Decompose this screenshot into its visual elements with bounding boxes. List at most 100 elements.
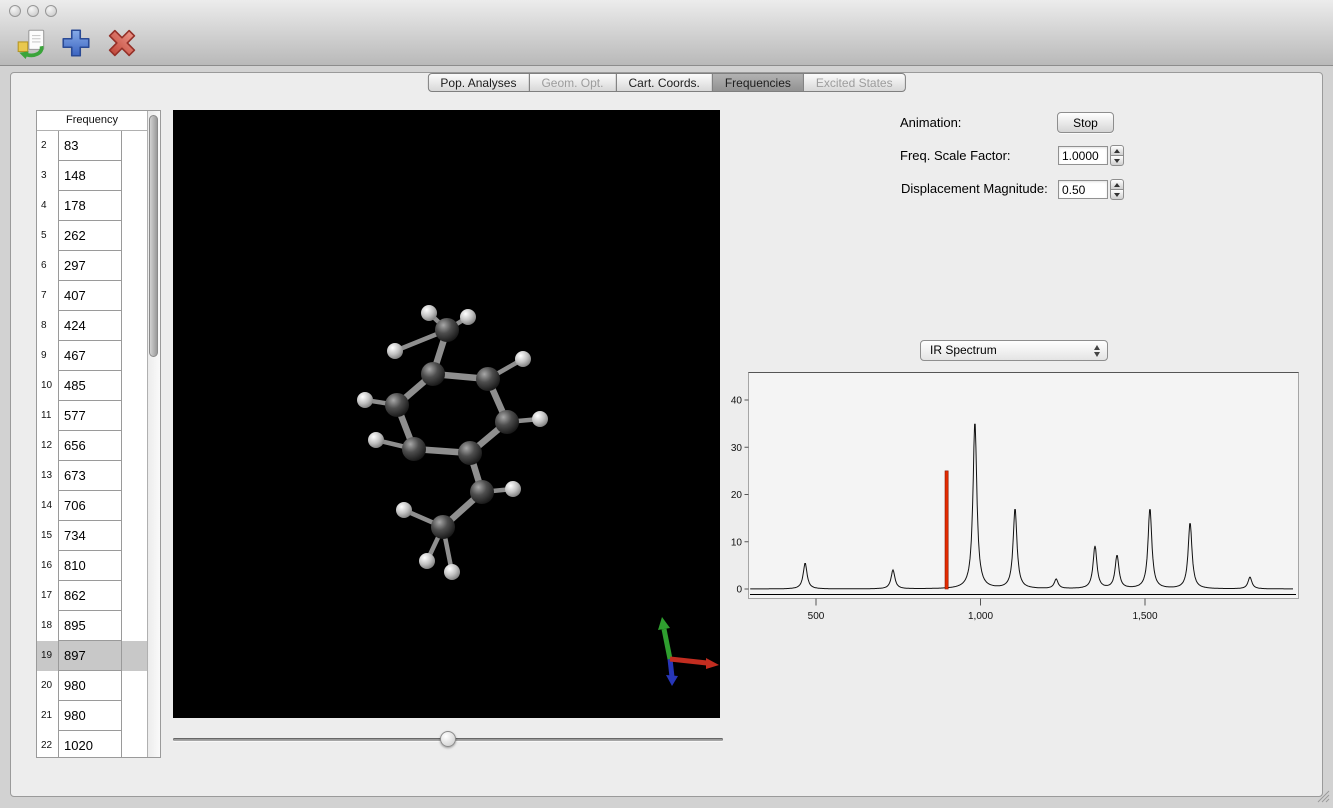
animation-frame-slider[interactable] [173,730,723,748]
freq-row[interactable]: 5262 [37,221,147,251]
freq-value-cell[interactable]: 897 [58,640,122,671]
freq-row-number: 10 [41,371,57,401]
freq-row-number: 14 [41,491,57,521]
window-chrome [0,0,1333,66]
close-window-button[interactable] [9,5,21,17]
delete-button[interactable] [104,26,140,62]
freq-row-number: 11 [41,401,57,431]
freq-value-cell[interactable]: 424 [58,310,122,341]
freq-value-cell[interactable]: 862 [58,580,122,611]
tab-excited-states[interactable]: Excited States [803,73,906,92]
stop-animation-button[interactable]: Stop [1057,112,1114,133]
svg-text:500: 500 [808,611,825,622]
tab-geom-opt[interactable]: Geom. Opt. [528,73,616,92]
freq-row-number: 2 [41,131,57,161]
freq-row[interactable]: 283 [37,131,147,161]
freq-value-cell[interactable]: 673 [58,460,122,491]
freq-row[interactable]: 4178 [37,191,147,221]
spectrum-type-select[interactable]: IR Spectrum [920,340,1108,361]
resize-grip[interactable] [1315,788,1330,803]
freq-value-cell[interactable]: 1020 [58,730,122,757]
freq-value-cell[interactable]: 656 [58,430,122,461]
molecule-3d-model [173,110,720,718]
freq-row[interactable]: 14706 [37,491,147,521]
svg-text:1,000: 1,000 [968,611,993,622]
tab-pop-analyses[interactable]: Pop. Analyses [427,73,529,92]
freq-row-number: 12 [41,431,57,461]
freq-row-number: 20 [41,671,57,701]
freq-row[interactable]: 18895 [37,611,147,641]
freq-value-cell[interactable]: 83 [58,131,122,161]
axis-indicator-icon [658,617,719,686]
freq-scale-label: Freq. Scale Factor: [900,148,1011,163]
ir-spectrum-chart: 0102030405001,0001,500 [724,370,1304,632]
freq-value-cell[interactable]: 407 [58,280,122,311]
freq-row[interactable]: 13673 [37,461,147,491]
freq-row-number: 21 [41,701,57,731]
displacement-step-down-button[interactable] [1110,189,1124,200]
slider-handle[interactable] [440,731,456,747]
freq-value-cell[interactable]: 148 [58,160,122,191]
table-scrollbar[interactable] [147,111,160,757]
freq-value-cell[interactable]: 485 [58,370,122,401]
freq-scale-step-down-button[interactable] [1110,155,1124,166]
freq-row-number: 18 [41,611,57,641]
freq-scale-input[interactable] [1058,146,1108,165]
freq-value-cell[interactable]: 980 [58,670,122,701]
svg-text:1,500: 1,500 [1132,611,1157,622]
tab-cart-coords[interactable]: Cart. Coords. [615,73,712,92]
freq-row-number: 15 [41,521,57,551]
displacement-stepper [1110,179,1124,201]
scrollbar-thumb[interactable] [149,115,158,357]
updown-arrows-icon [1094,344,1101,358]
freq-row-number: 8 [41,311,57,341]
freq-value-cell[interactable]: 734 [58,520,122,551]
freq-row[interactable]: 6297 [37,251,147,281]
svg-text:10: 10 [731,537,743,548]
up-arrow-icon [1114,149,1120,153]
displacement-magnitude-input[interactable] [1058,180,1108,199]
add-button[interactable] [58,26,94,62]
freq-value-cell[interactable]: 810 [58,550,122,581]
freq-row[interactable]: 19897 [37,641,147,671]
freq-row[interactable]: 15734 [37,521,147,551]
frequency-table-header: Frequency [37,111,147,131]
tab-frequencies[interactable]: Frequencies [712,73,804,92]
freq-row[interactable]: 7407 [37,281,147,311]
animation-label: Animation: [900,115,961,130]
molecule-viewer[interactable] [173,110,720,718]
minimize-window-button[interactable] [27,5,39,17]
freq-row-number: 9 [41,341,57,371]
zoom-window-button[interactable] [45,5,57,17]
freq-row[interactable]: 9467 [37,341,147,371]
svg-text:40: 40 [731,396,743,407]
freq-row[interactable]: 8424 [37,311,147,341]
freq-row[interactable]: 221020 [37,731,147,757]
freq-value-cell[interactable]: 467 [58,340,122,371]
displacement-magnitude-label: Displacement Magnitude: [901,181,1048,196]
freq-row[interactable]: 3148 [37,161,147,191]
freq-value-cell[interactable]: 262 [58,220,122,251]
freq-row[interactable]: 20980 [37,671,147,701]
freq-row[interactable]: 11577 [37,401,147,431]
open-file-icon [15,48,49,63]
freq-value-cell[interactable]: 706 [58,490,122,521]
freq-row-number: 6 [41,251,57,281]
freq-row[interactable]: 17862 [37,581,147,611]
open-file-button[interactable] [14,26,50,62]
down-arrow-icon [1114,159,1120,163]
freq-value-cell[interactable]: 577 [58,400,122,431]
freq-row[interactable]: 10485 [37,371,147,401]
frequency-table-rows: 2833148417852626297740784249467104851157… [37,131,147,757]
freq-value-cell[interactable]: 980 [58,700,122,731]
freq-row-number: 3 [41,161,57,191]
freq-row[interactable]: 21980 [37,701,147,731]
freq-row[interactable]: 16810 [37,551,147,581]
freq-row-number: 4 [41,191,57,221]
svg-text:30: 30 [731,443,743,454]
freq-value-cell[interactable]: 895 [58,610,122,641]
freq-row-number: 7 [41,281,57,311]
freq-value-cell[interactable]: 178 [58,190,122,221]
freq-value-cell[interactable]: 297 [58,250,122,281]
freq-row[interactable]: 12656 [37,431,147,461]
